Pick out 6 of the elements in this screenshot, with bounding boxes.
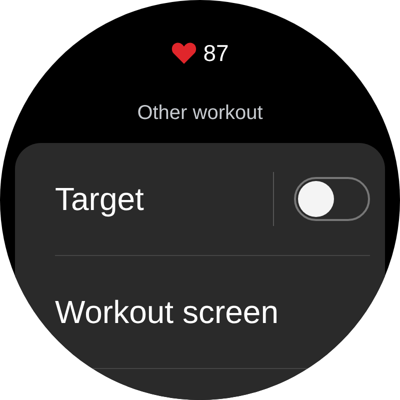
toggle-switch[interactable] — [294, 177, 370, 221]
setting-label[interactable]: Target — [55, 180, 273, 218]
menu-item[interactable]: Workout screen — [55, 294, 370, 330]
heart-icon — [171, 41, 198, 65]
heart-rate: 87 — [203, 40, 229, 66]
screen-title: Other workout — [137, 102, 263, 125]
